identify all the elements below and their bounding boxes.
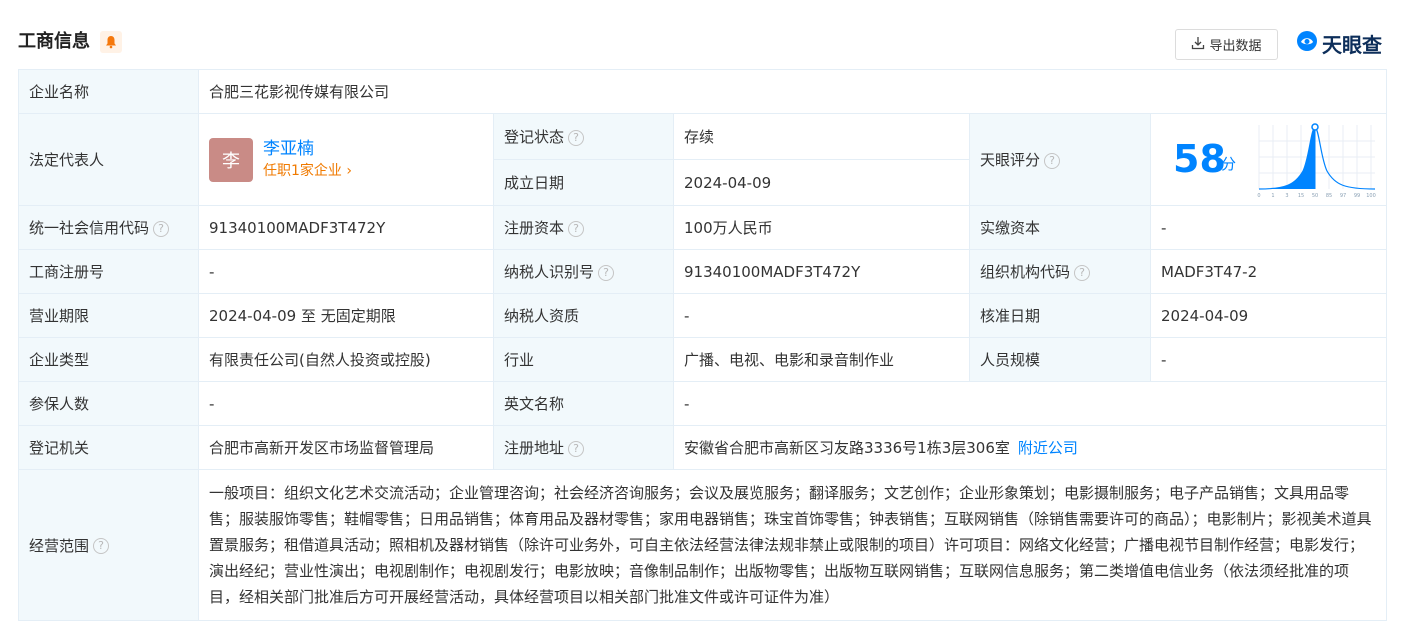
org-code-value: MADF3T47-2 [1150,249,1387,294]
field-label: 统一社会信用代码? [18,205,199,250]
axis-tick: 1 [1271,193,1274,199]
industry-value: 广播、电视、电影和录音制作业 [673,337,970,382]
field-label: 核准日期 [969,293,1151,338]
term-value: 2024-04-09 至 无固定期限 [198,293,494,338]
field-label: 纳税人识别号? [493,249,674,294]
export-data-button[interactable]: 导出数据 [1175,29,1278,60]
field-label: 企业名称 [18,69,199,114]
company-type-value: 有限责任公司(自然人投资或控股) [198,337,494,382]
authority-value: 合肥市高新开发区市场监督管理局 [198,425,494,470]
field-label: 成立日期 [493,159,674,206]
section-header: 工商信息 导出数据 天眼查 [0,0,1405,70]
export-label: 导出数据 [1209,39,1262,54]
help-icon[interactable]: ? [598,264,615,281]
address-cell: 安徽省合肥市高新区习友路3336号1栋3层306室 附近公司 [673,425,1387,470]
legal-rep-name-link[interactable]: 李亚楠 [263,138,352,160]
address-value: 安徽省合肥市高新区习友路3336号1栋3层306室 [684,439,1010,457]
field-label: 行业 [493,337,674,382]
help-icon[interactable]: ? [93,538,110,554]
section-title: 工商信息 [18,31,90,52]
field-label: 人员规模 [969,337,1151,382]
legal-rep-jobs-link[interactable]: 任职1家企业 › [263,160,352,182]
table-row: 企业名称 合肥三花影视传媒有限公司 [18,69,1387,114]
table-row: 工商注册号 - 纳税人识别号? 91340100MADF3T472Y 组织机构代… [18,249,1387,294]
org-code-label: 组织机构代码 [980,263,1071,281]
field-label: 天眼评分? [969,113,1151,206]
table-row: 统一社会信用代码? 91340100MADF3T472Y 注册资本? 100万人… [18,205,1387,250]
help-icon[interactable]: ? [153,220,170,237]
taxpayer-qual-value: - [673,293,970,338]
field-label: 登记状态? [493,113,674,160]
paid-capital-value: - [1150,205,1387,250]
table-row: 企业类型 有限责任公司(自然人投资或控股) 行业 广播、电视、电影和录音制作业 … [18,337,1387,382]
address-label: 注册地址 [504,439,565,457]
reg-capital-value: 100万人民币 [673,205,970,250]
score-distribution-chart: 0 1 3 15 50 85 97 99 100 [1257,122,1376,199]
axis-tick: 0 [1257,193,1260,199]
reg-no-value: - [198,249,494,294]
field-label: 企业类型 [18,337,199,382]
logo-text: 天眼查 [1322,32,1382,57]
taxpayer-id-value: 91340100MADF3T472Y [673,249,970,294]
field-label: 纳税人资质 [493,293,674,338]
field-label: 工商注册号 [18,249,199,294]
help-icon[interactable]: ? [568,440,585,457]
nearby-companies-link[interactable]: 附近公司 [1018,439,1078,457]
english-name-value: - [673,381,1387,426]
table-row: 经营范围? 一般项目：组织文化艺术交流活动；企业管理咨询；社会经济咨询服务；会议… [18,469,1387,621]
tianyancha-logo: 天眼查 [1296,30,1382,57]
axis-tick: 97 [1340,193,1346,199]
download-icon [1191,36,1205,54]
legal-rep-cell: 李 李亚楠 任职1家企业 › [198,113,494,206]
table-row: 登记机关 合肥市高新开发区市场监督管理局 注册地址? 安徽省合肥市高新区习友路3… [18,425,1387,470]
logo-eye-icon [1296,30,1318,56]
field-label: 营业期限 [18,293,199,338]
chevron-right-icon: › [346,162,352,179]
axis-tick: 85 [1326,193,1332,199]
score-cell[interactable]: 58 分 0 1 3 15 50 85 97 99 100 [1150,113,1387,206]
reg-capital-label: 注册资本 [504,219,565,237]
axis-tick: 15 [1298,193,1304,199]
help-icon[interactable]: ? [1074,264,1091,281]
field-label: 登记机关 [18,425,199,470]
field-label: 实缴资本 [969,205,1151,250]
credit-code-value: 91340100MADF3T472Y [198,205,494,250]
field-label: 注册地址? [493,425,674,470]
business-scope-value: 一般项目：组织文化艺术交流活动；企业管理咨询；社会经济咨询服务；会议及展览服务；… [198,469,1387,621]
reg-status-label: 登记状态 [504,128,565,146]
axis-tick: 99 [1354,193,1360,199]
credit-code-label: 统一社会信用代码 [29,219,150,237]
help-icon[interactable]: ? [568,220,585,237]
company-name-value: 合肥三花影视传媒有限公司 [198,69,1387,114]
help-icon[interactable]: ? [568,129,585,146]
legal-rep-jobs-label: 任职1家企业 [263,162,342,179]
field-label: 注册资本? [493,205,674,250]
avatar[interactable]: 李 [209,137,253,182]
field-label: 组织机构代码? [969,249,1151,294]
axis-tick: 100 [1366,193,1376,199]
reg-status-value: 存续 [673,113,970,160]
help-icon[interactable]: ? [1044,152,1061,169]
table-row: 营业期限 2024-04-09 至 无固定期限 纳税人资质 - 核准日期 202… [18,293,1387,338]
table-row: 法定代表人 李 李亚楠 任职1家企业 › 登记状态? 存续 天眼评分? 58 分 [18,113,1387,206]
field-label: 经营范围? [18,469,199,621]
field-label: 英文名称 [493,381,674,426]
field-label: 法定代表人 [18,113,199,206]
taxpayer-id-label: 纳税人识别号 [504,263,595,281]
field-label: 参保人数 [18,381,199,426]
found-date-value: 2024-04-09 [673,159,970,206]
score-value: 58 [1173,136,1226,181]
bell-icon[interactable] [100,31,122,53]
staff-value: - [1150,337,1387,382]
business-info-table: 企业名称 合肥三花影视传媒有限公司 法定代表人 李 李亚楠 任职1家企业 › 登… [18,69,1387,621]
score-label: 天眼评分 [980,151,1041,169]
approve-date-value: 2024-04-09 [1150,293,1387,338]
axis-tick: 50 [1312,193,1318,199]
scope-label: 经营范围 [29,536,90,555]
score-unit: 分 [1221,154,1237,173]
insured-value: - [198,381,494,426]
table-row: 参保人数 - 英文名称 - [18,381,1387,426]
axis-tick: 3 [1285,193,1288,199]
